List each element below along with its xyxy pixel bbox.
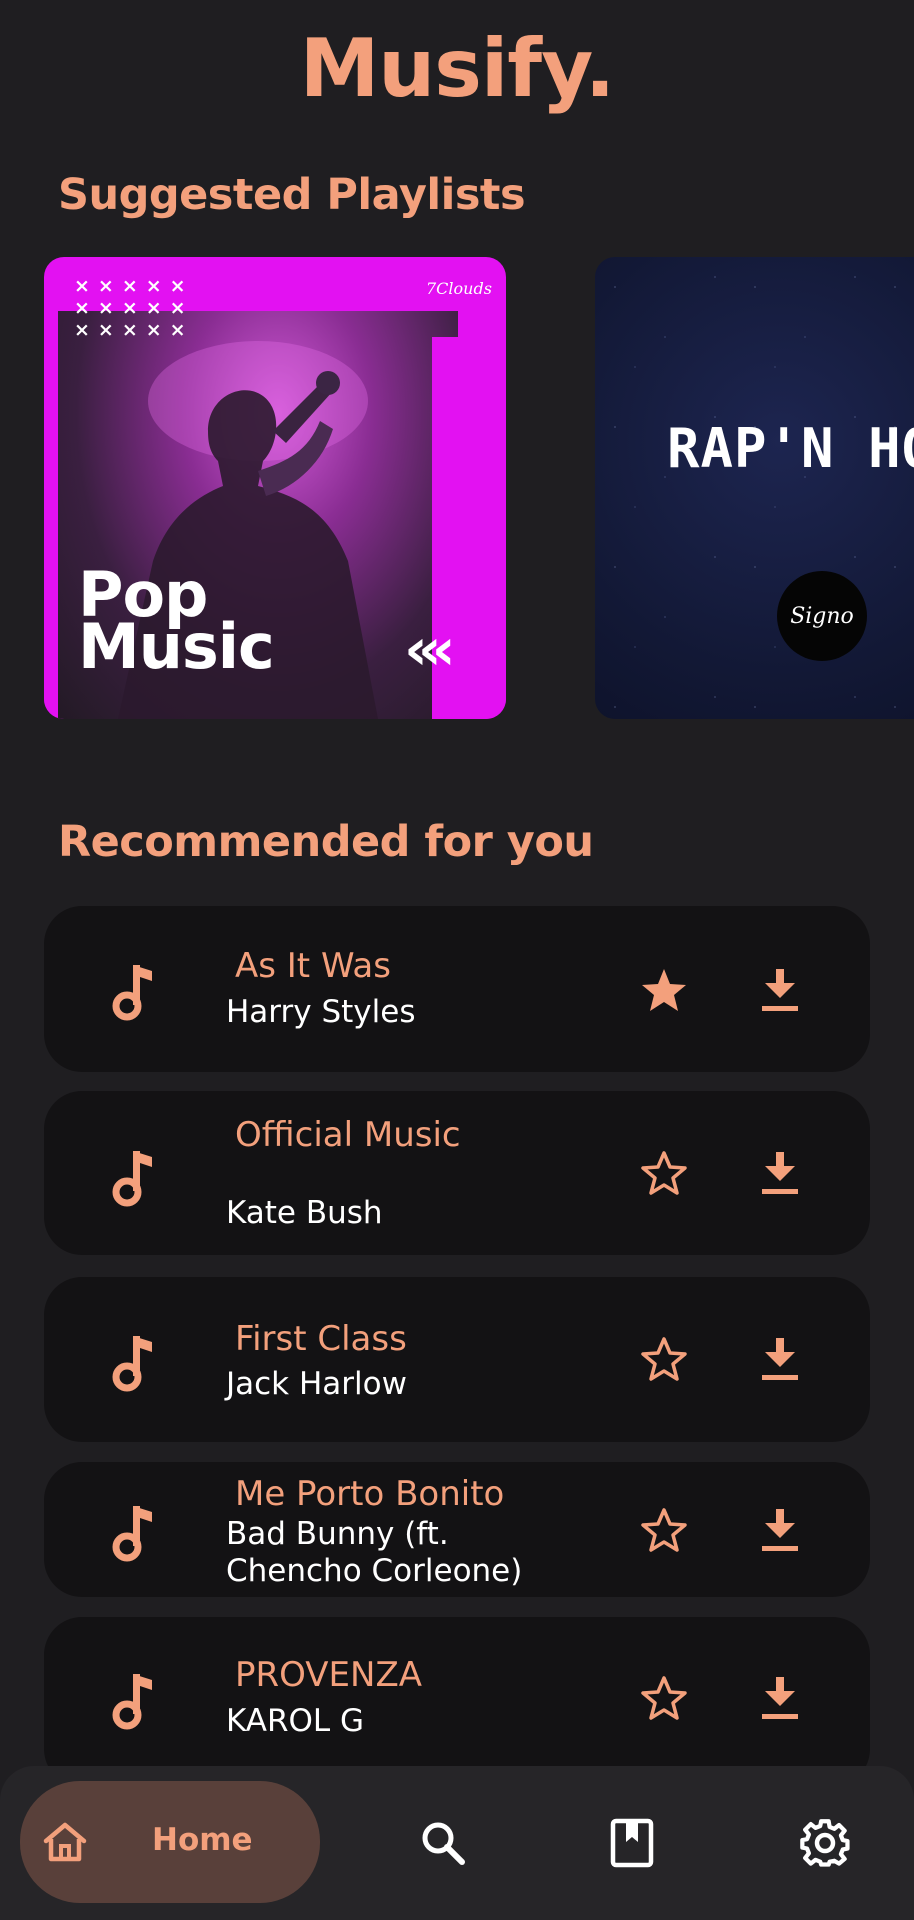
song-title: PROVENZA bbox=[235, 1655, 423, 1695]
song-item[interactable]: PROVENZA KAROL G bbox=[44, 1617, 870, 1787]
pop-decor-bar bbox=[44, 462, 56, 719]
song-artist: Bad Bunny (ft. Chencho Corleone) bbox=[226, 1516, 523, 1589]
music-note-icon bbox=[112, 1506, 152, 1562]
settings-icon[interactable] bbox=[800, 1818, 850, 1868]
nav-home-label: Home bbox=[152, 1822, 253, 1858]
music-note-icon bbox=[112, 1674, 152, 1730]
download-icon[interactable] bbox=[755, 1506, 805, 1556]
star-outline-icon[interactable] bbox=[639, 1506, 689, 1556]
song-item[interactable]: First Class Jack Harlow bbox=[44, 1277, 870, 1442]
signo-logo: Signo bbox=[777, 571, 867, 661]
download-icon[interactable] bbox=[755, 966, 805, 1016]
star-outline-icon[interactable] bbox=[639, 1674, 689, 1724]
song-item[interactable]: Me Porto Bonito Bad Bunny (ft. Chencho C… bbox=[44, 1462, 870, 1597]
song-item[interactable]: As It Was Harry Styles bbox=[44, 906, 870, 1072]
playlist-carousel[interactable]: ××××× ××××× ××××× 7Clouds Pop Music ‹‹‹ … bbox=[0, 257, 914, 719]
app-title: Musify. bbox=[299, 22, 616, 115]
bottom-nav: Home bbox=[0, 1766, 914, 1920]
nav-home-button[interactable]: Home bbox=[20, 1781, 320, 1903]
search-icon[interactable] bbox=[418, 1818, 468, 1868]
app-screen: Musify. Suggested Playlists ××××× ××××× … bbox=[0, 0, 914, 1920]
chevrons-left-icon: ‹‹‹ bbox=[404, 615, 456, 683]
playlist-card-rap-n-house[interactable]: RAP'N HOU Signo bbox=[595, 257, 914, 719]
download-icon[interactable] bbox=[755, 1149, 805, 1199]
star-filled-icon[interactable] bbox=[639, 966, 689, 1016]
song-title: First Class bbox=[235, 1319, 407, 1359]
song-title: As It Was bbox=[235, 946, 391, 986]
pop-music-title: Pop Music bbox=[78, 558, 275, 683]
song-artist: Jack Harlow bbox=[226, 1366, 407, 1402]
star-outline-icon[interactable] bbox=[639, 1149, 689, 1199]
music-note-icon bbox=[112, 1336, 152, 1392]
music-note-icon bbox=[112, 965, 152, 1021]
pop-decor-dots: ××××× ××××× ××××× bbox=[74, 275, 194, 341]
song-title: Me Porto Bonito bbox=[235, 1474, 505, 1514]
song-artist: KAROL G bbox=[226, 1703, 365, 1739]
music-note-icon bbox=[112, 1151, 152, 1207]
song-artist: Harry Styles bbox=[226, 994, 416, 1030]
song-artist: Kate Bush bbox=[226, 1195, 383, 1231]
recommended-heading: Recommended for you bbox=[58, 817, 594, 867]
download-icon[interactable] bbox=[755, 1674, 805, 1724]
song-item[interactable]: Official Music Kate Bush bbox=[44, 1091, 870, 1255]
starfield-background bbox=[595, 257, 914, 719]
download-icon[interactable] bbox=[755, 1335, 805, 1385]
playlist-card-pop-music[interactable]: ××××× ××××× ××××× 7Clouds Pop Music ‹‹‹ bbox=[44, 257, 506, 719]
star-outline-icon[interactable] bbox=[639, 1335, 689, 1385]
bookmark-icon[interactable] bbox=[607, 1818, 657, 1868]
rap-n-house-title: RAP'N HOU bbox=[667, 417, 914, 480]
clouds-logo: 7Clouds bbox=[426, 279, 492, 298]
suggested-playlists-heading: Suggested Playlists bbox=[58, 170, 526, 220]
song-title: Official Music bbox=[235, 1115, 461, 1155]
home-icon bbox=[43, 1822, 87, 1862]
